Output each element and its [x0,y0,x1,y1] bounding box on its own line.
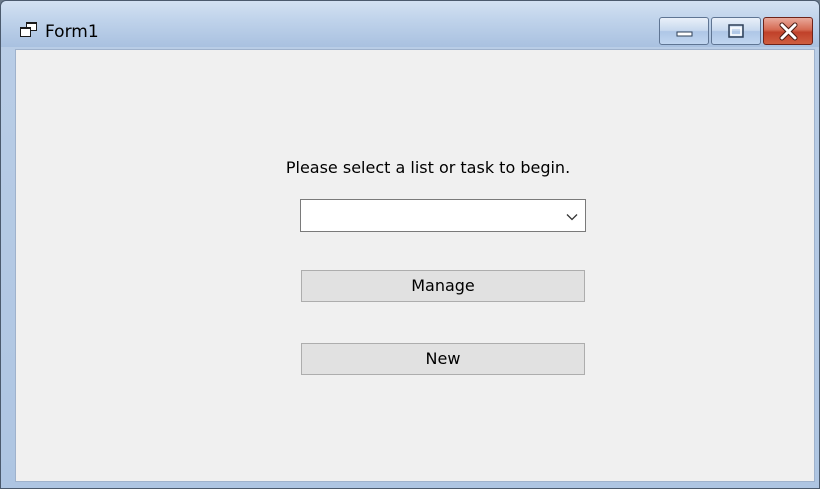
chevron-down-icon[interactable] [565,209,579,223]
form-window-icon [19,21,39,39]
new-button[interactable]: New [301,343,585,375]
list-task-combobox[interactable] [300,199,586,232]
window-title: Form1 [45,22,99,42]
form1-window: Form1 Please select a list or task to be… [0,0,820,489]
form-client-area: Please select a list or task to begin. M… [15,49,815,482]
prompt-label: Please select a list or task to begin. [285,158,571,177]
close-button[interactable] [763,17,813,45]
manage-button[interactable]: Manage [301,270,585,302]
minimize-button[interactable] [659,17,709,45]
maximize-button[interactable] [711,17,761,45]
title-bar[interactable]: Form1 [1,1,819,47]
